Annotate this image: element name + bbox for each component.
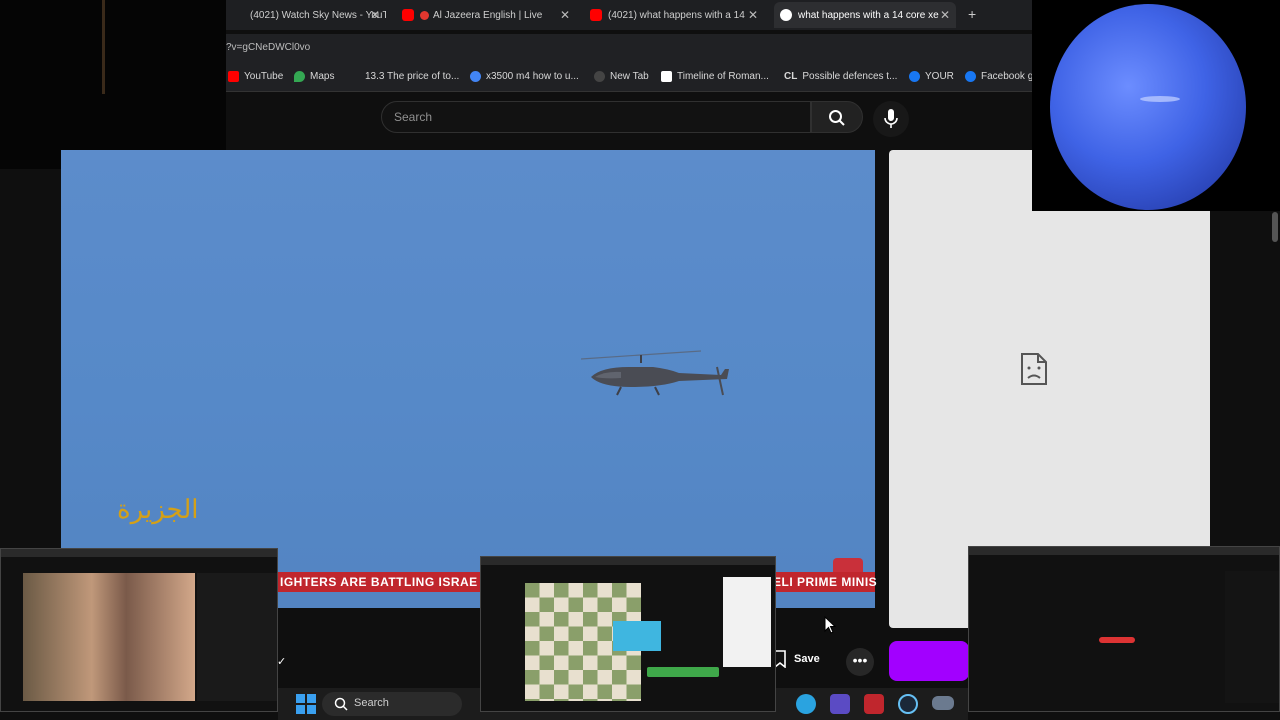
bookmark-your[interactable]: YOUR: [909, 71, 954, 82]
search-icon: [334, 697, 348, 711]
helicopter-image: [581, 350, 729, 396]
al-jazeera-logo: الجزيرة: [117, 495, 199, 525]
preview-red-button: [1099, 637, 1135, 643]
overlay-window-dark: [0, 0, 226, 169]
close-icon[interactable]: ✕: [940, 8, 950, 22]
preview-popup: [613, 621, 661, 651]
window-preview-video[interactable]: [0, 548, 278, 712]
video-player[interactable]: الجزيرة: [61, 150, 875, 608]
cloud-streak: [1140, 96, 1180, 102]
overlay-detail: [102, 0, 105, 94]
media-app-icon[interactable]: [864, 694, 884, 714]
facebook-icon: [909, 71, 920, 82]
scrollbar-thumb[interactable]: [1272, 212, 1278, 242]
broken-page-icon: [1021, 353, 1047, 385]
preview-video-frame: [23, 573, 195, 701]
close-icon[interactable]: ✕: [370, 8, 380, 22]
tab-google-search[interactable]: what happens with a 14 core xe ✕: [774, 2, 956, 28]
save-button[interactable]: Save: [772, 650, 820, 668]
bookmarks-bar: YouTube Maps 13.3 The price of to... x35…: [226, 64, 1037, 92]
taskbar-search-label: Search: [354, 697, 389, 709]
bookmark-label: Maps: [310, 71, 335, 82]
bookmark-defences[interactable]: CL Possible defences t...: [784, 71, 897, 82]
mouse-cursor-icon: [824, 616, 836, 634]
promo-button[interactable]: [889, 641, 969, 681]
preview-sidebar: [197, 573, 277, 701]
taskbar-search-input[interactable]: Search: [322, 692, 462, 716]
bookmark-new-tab[interactable]: New Tab: [594, 71, 649, 82]
maps-pin-icon: [294, 71, 305, 82]
preview-green-button: [647, 667, 719, 677]
url-text: ?v=gCNeDWCl0vo: [226, 42, 311, 53]
bookmark-youtube[interactable]: YouTube: [228, 71, 283, 82]
youtube-icon: [402, 9, 414, 21]
tab-title: (4021) Watch Sky News - YouTu: [250, 9, 386, 21]
more-actions-button[interactable]: •••: [846, 648, 874, 676]
save-label: Save: [794, 653, 820, 665]
bookmark-label: Possible defences t...: [802, 71, 898, 82]
search-placeholder: Search: [394, 110, 433, 124]
tab-title: (4021) what happens with a 14: [608, 9, 745, 21]
window-preview-chess[interactable]: [480, 556, 776, 712]
bookmark-label: YOUR: [925, 71, 954, 82]
tab-title: what happens with a 14 core xe: [798, 9, 939, 21]
ticker-text-left: IGHTERS ARE BATTLING ISRAE: [280, 575, 478, 589]
cl-icon: CL: [784, 71, 798, 82]
preview-article: [723, 577, 771, 667]
search-button[interactable]: [811, 101, 863, 133]
bookmark-maps[interactable]: Maps: [294, 71, 334, 82]
tab-bar: (4021) Watch Sky News - YouTu ✕ Al Jazee…: [226, 0, 1032, 30]
facebook-icon: [965, 71, 976, 82]
steam-icon[interactable]: [898, 694, 918, 714]
window-preview-stream[interactable]: [968, 546, 1280, 712]
telegram-icon[interactable]: [796, 694, 816, 714]
bookmark-label: 13.3 The price of to...: [365, 71, 460, 82]
bookmark-label: Facebook gr: [981, 71, 1037, 82]
microphone-icon: [884, 109, 898, 128]
youtube-icon: [590, 9, 602, 21]
tab-youtube-video[interactable]: (4021) what happens with a 14 ✕: [584, 2, 764, 28]
wikipedia-icon: [661, 71, 672, 82]
globe-icon: [594, 71, 605, 82]
google-icon: [470, 71, 481, 82]
bookmark-label: New Tab: [610, 71, 649, 82]
new-tab-button[interactable]: +: [968, 6, 976, 22]
voice-search-button[interactable]: [873, 101, 909, 137]
app-icon[interactable]: [830, 694, 850, 714]
tab-sky-news[interactable]: (4021) Watch Sky News - YouTu ✕: [226, 2, 386, 28]
chevron-down-icon[interactable]: ✓: [277, 655, 286, 668]
bookmark-label: x3500 m4 how to u...: [486, 71, 579, 82]
search-icon: [829, 110, 845, 126]
tab-favicon: [232, 9, 244, 21]
close-icon[interactable]: ✕: [748, 8, 758, 22]
game-controller-icon[interactable]: [932, 696, 954, 710]
search-input[interactable]: Search: [381, 101, 811, 133]
bookmark-label: YouTube: [244, 71, 284, 82]
ticker-text-right: ELI PRIME MINIS: [773, 575, 878, 589]
google-icon: [780, 9, 792, 21]
tab-title: Al Jazeera English | Live: [433, 9, 543, 21]
youtube-icon: [228, 71, 239, 82]
tab-al-jazeera[interactable]: Al Jazeera English | Live ✕: [396, 2, 576, 28]
neptune-image: [1050, 4, 1246, 210]
bookmark-label: Timeline of Roman...: [677, 71, 769, 82]
windows-start-icon[interactable]: [296, 694, 316, 714]
close-icon[interactable]: ✕: [560, 8, 570, 22]
bookmark-price[interactable]: 13.3 The price of to...: [365, 71, 459, 82]
bookmark-x3500[interactable]: x3500 m4 how to u...: [470, 71, 579, 82]
recording-icon: [420, 10, 429, 20]
address-bar[interactable]: ?v=gCNeDWCl0vo: [226, 34, 1032, 64]
bookmark-timeline[interactable]: Timeline of Roman...: [661, 71, 769, 82]
bookmark-facebook-group[interactable]: Facebook gr: [965, 71, 1037, 82]
preview-chat: [1225, 571, 1279, 703]
